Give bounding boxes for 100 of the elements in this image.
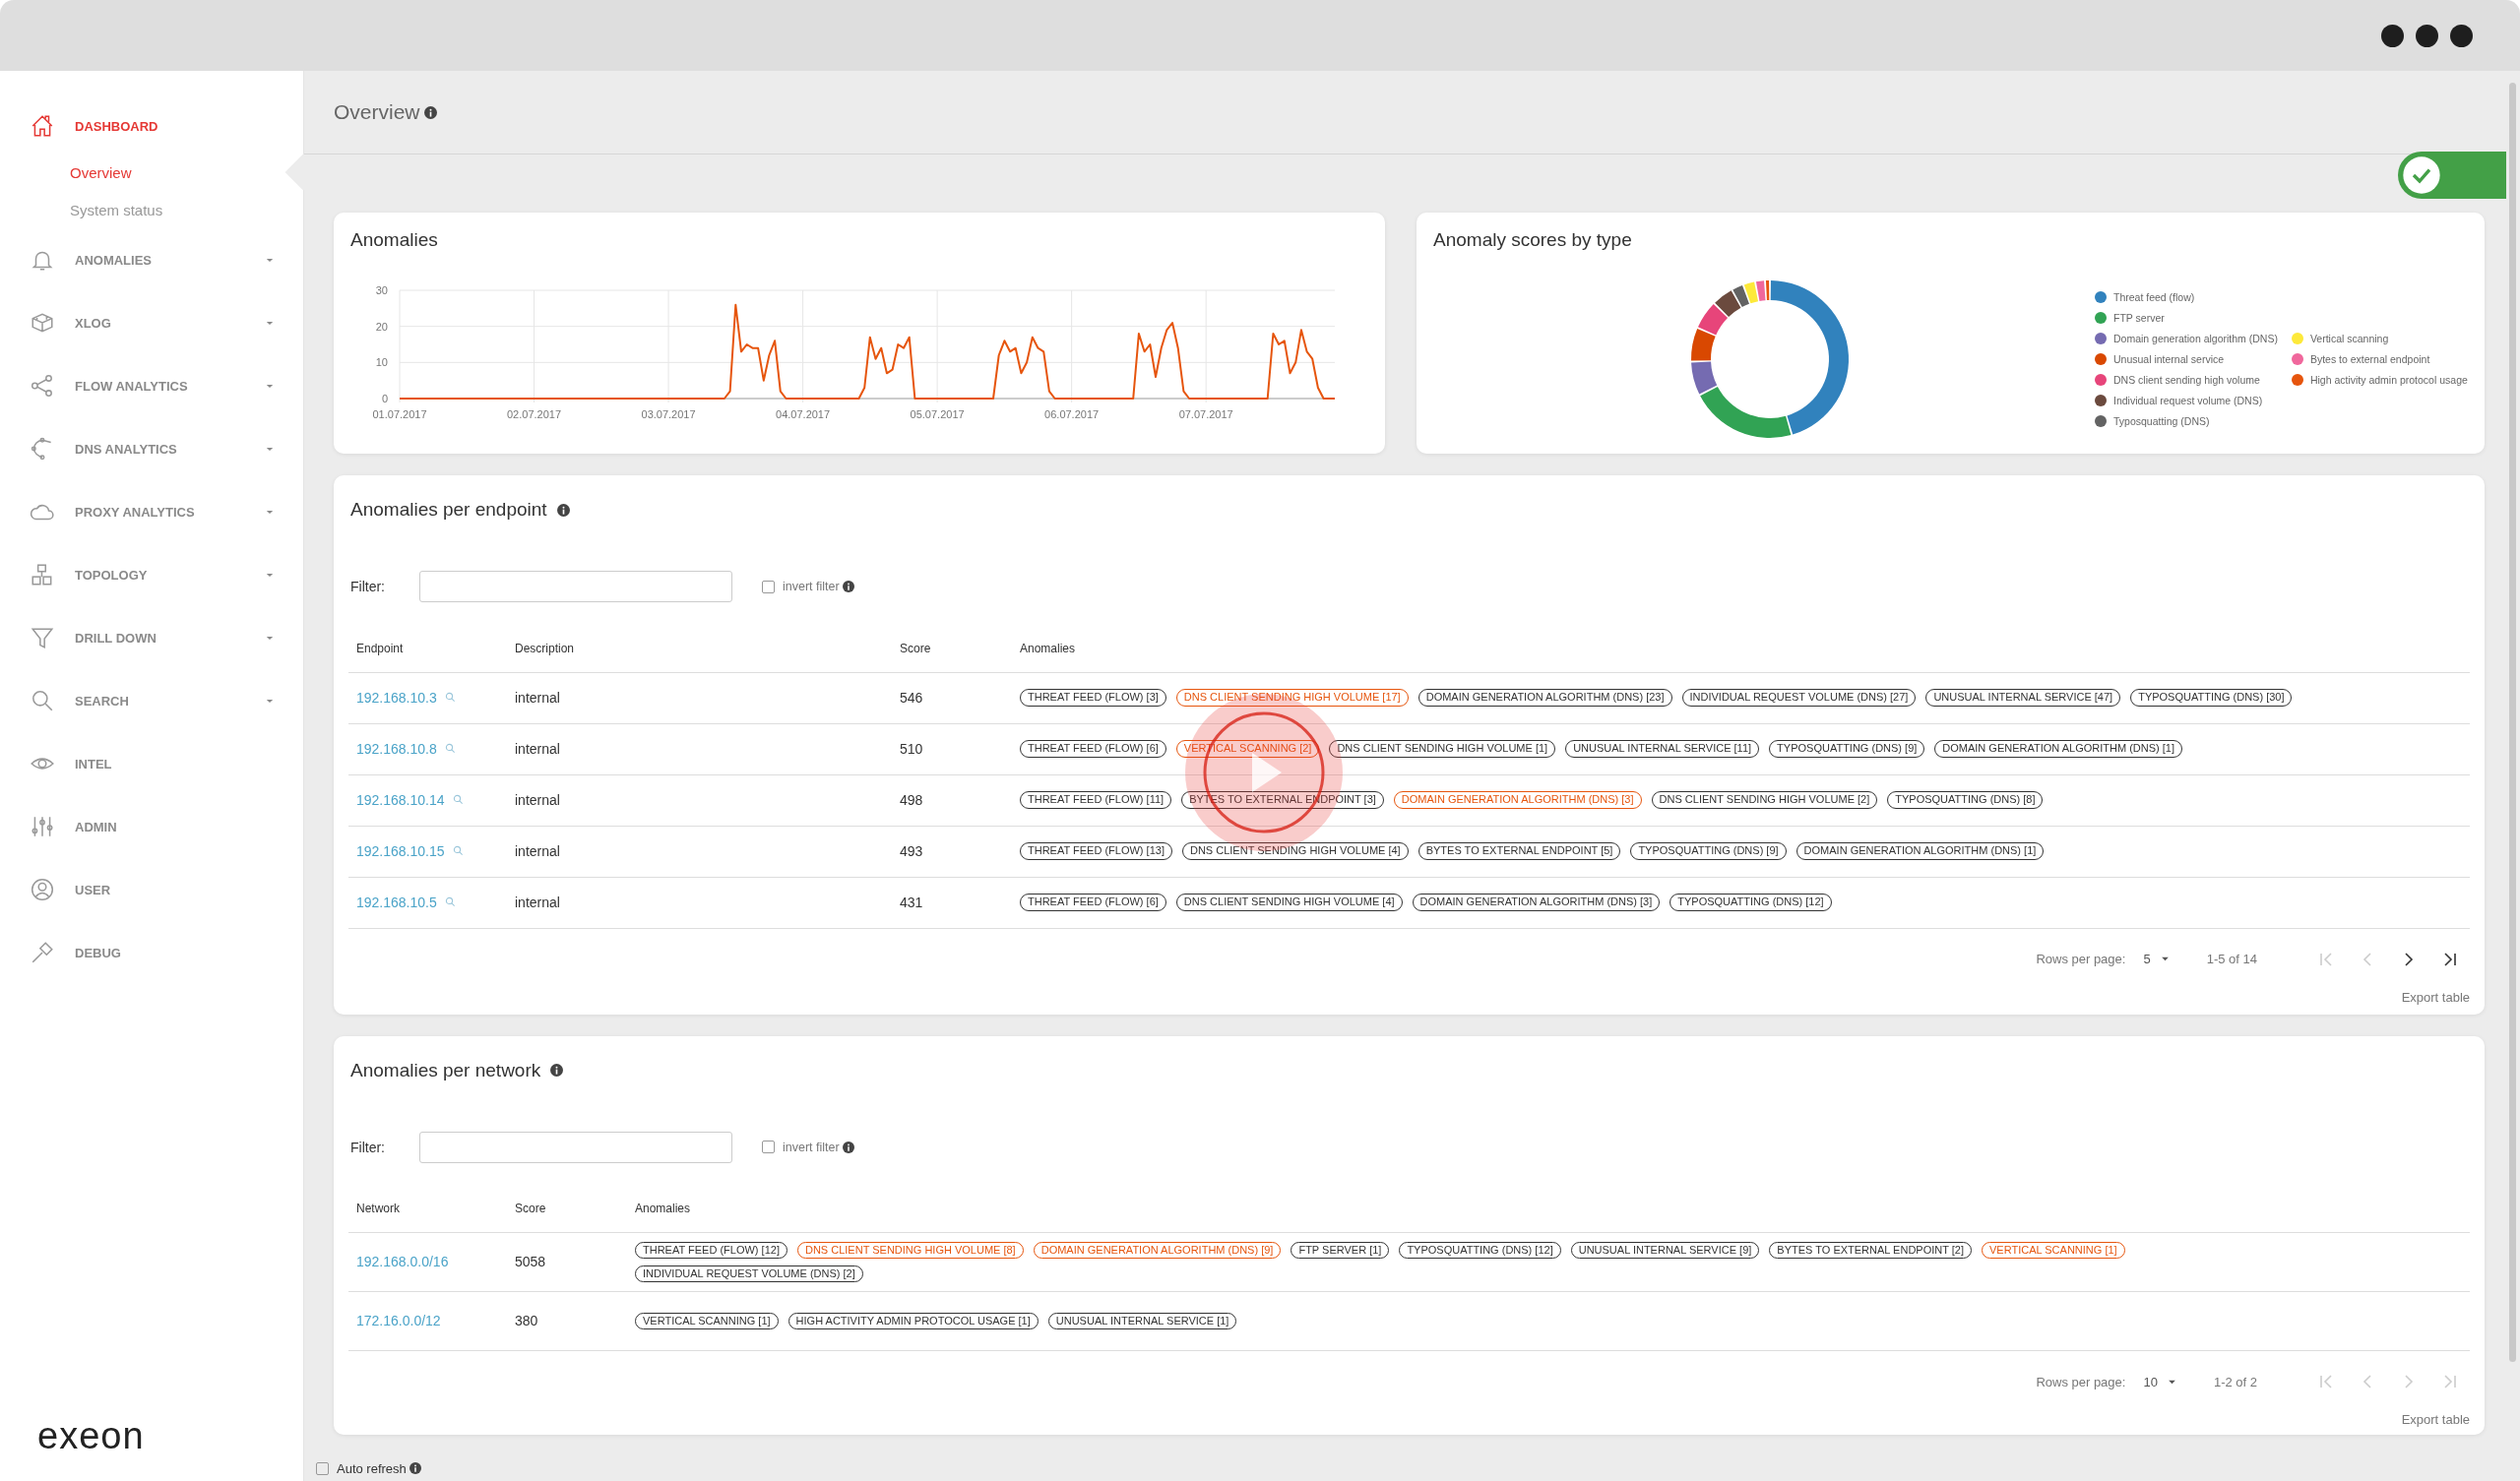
anomaly-tag[interactable]: TYPOSQUATTING (DNS) [30] bbox=[2130, 689, 2293, 707]
anomaly-tag[interactable]: FTP SERVER [1] bbox=[1291, 1241, 1390, 1259]
column-header[interactable]: Network bbox=[348, 1185, 507, 1233]
anomaly-tag[interactable]: UNUSUAL INTERNAL SERVICE [47] bbox=[1925, 689, 2121, 707]
filter-field[interactable] bbox=[419, 571, 732, 602]
legend-label[interactable]: FTP server bbox=[2113, 312, 2165, 324]
rows-per-page-label: Rows per page: bbox=[2036, 1374, 2126, 1389]
table-cell: 5058 bbox=[515, 1254, 546, 1270]
anomaly-tag[interactable]: DOMAIN GENERATION ALGORITHM (DNS) [3] bbox=[1412, 894, 1661, 911]
filter-label: Filter: bbox=[349, 1139, 386, 1155]
sidebar-item[interactable]: DASHBOARD bbox=[0, 98, 303, 154]
status-toggle[interactable] bbox=[2398, 152, 2506, 199]
column-header[interactable]: Anomalies bbox=[627, 1185, 2470, 1233]
export-link[interactable]: Export table bbox=[2401, 1412, 2470, 1427]
table-cell: 380 bbox=[515, 1313, 538, 1329]
anomaly-tag[interactable]: UNUSUAL INTERNAL SERVICE [1] bbox=[1047, 1312, 1237, 1330]
legend-label[interactable]: Threat feed (flow) bbox=[2113, 291, 2195, 303]
column-header[interactable]: Score bbox=[892, 625, 1012, 672]
donut-slice[interactable] bbox=[1700, 386, 1792, 438]
legend-label[interactable]: Typosquatting (DNS) bbox=[2113, 415, 2210, 427]
filter-label: Filter: bbox=[349, 579, 386, 594]
rows-per-page-select[interactable]: 10 bbox=[2143, 1374, 2176, 1389]
page-range: 1-5 of 14 bbox=[2206, 952, 2257, 966]
anomaly-tag[interactable]: THREAT FEED (FLOW) [11] bbox=[1020, 791, 1172, 809]
anomaly-tag[interactable]: DOMAIN GENERATION ALGORITHM (DNS) [3] bbox=[1393, 791, 1642, 809]
donut-slice[interactable] bbox=[1715, 290, 1741, 318]
anomaly-tag[interactable]: DNS CLIENT SENDING HIGH VOLUME [2] bbox=[1651, 791, 1878, 809]
window-dot-icon[interactable] bbox=[2450, 24, 2473, 47]
anomaly-tag[interactable]: DNS CLIENT SENDING HIGH VOLUME [1] bbox=[1329, 740, 1556, 758]
anomaly-tag[interactable]: VERTICAL SCANNING [1] bbox=[635, 1312, 779, 1330]
page-title: Overview bbox=[334, 100, 420, 124]
anomaly-tag[interactable]: TYPOSQUATTING (DNS) [8] bbox=[1887, 791, 2044, 809]
scrollbar[interactable] bbox=[2509, 83, 2516, 1362]
anomaly-tag[interactable]: INDIVIDUAL REQUEST VOLUME (DNS) [2] bbox=[635, 1265, 863, 1283]
column-header[interactable]: Anomalies bbox=[1012, 625, 2470, 672]
checkbox-label[interactable]: Auto refresh bbox=[337, 1460, 407, 1476]
y-tick-label: 20 bbox=[375, 320, 388, 333]
checkbox[interactable] bbox=[316, 1461, 329, 1475]
anomaly-tag[interactable]: DOMAIN GENERATION ALGORITHM (DNS) [1] bbox=[1934, 740, 2183, 758]
caret-icon[interactable] bbox=[2160, 956, 2170, 961]
caret-icon[interactable] bbox=[2167, 1379, 2176, 1385]
legend-label[interactable]: Individual request volume (DNS) bbox=[2113, 395, 2263, 406]
donut-slice[interactable] bbox=[1765, 280, 1770, 301]
rows-per-page-select[interactable]: 5 bbox=[2143, 952, 2170, 966]
anomaly-tag[interactable]: UNUSUAL INTERNAL SERVICE [9] bbox=[1570, 1241, 1760, 1259]
column-header[interactable]: Score bbox=[507, 1185, 627, 1233]
donut-slice[interactable] bbox=[1743, 281, 1759, 304]
export-link[interactable]: Export table bbox=[2401, 989, 2470, 1005]
donut-slice[interactable] bbox=[1691, 329, 1716, 361]
anomaly-tag[interactable]: THREAT FEED (FLOW) [3] bbox=[1020, 689, 1166, 707]
anomaly-tag[interactable]: INDIVIDUAL REQUEST VOLUME (DNS) [27] bbox=[1681, 689, 1917, 707]
anomaly-tag[interactable]: DNS CLIENT SENDING HIGH VOLUME [17] bbox=[1175, 689, 1409, 707]
donut-slice[interactable] bbox=[1691, 361, 1718, 395]
info-icon[interactable] bbox=[409, 1462, 421, 1474]
legend-label[interactable]: Domain generation algorithm (DNS) bbox=[2113, 333, 2278, 344]
anomaly-tag[interactable]: DNS CLIENT SENDING HIGH VOLUME [8] bbox=[796, 1241, 1024, 1259]
info-icon[interactable] bbox=[842, 1141, 854, 1153]
info-icon[interactable] bbox=[423, 105, 437, 119]
x-tick-label: 02.07.2017 bbox=[507, 408, 562, 420]
legend-label[interactable]: Unusual internal service bbox=[2113, 353, 2225, 365]
window-dot-icon[interactable] bbox=[2416, 24, 2438, 47]
check-icon bbox=[2402, 155, 2441, 195]
anomaly-tag[interactable]: BYTES TO EXTERNAL ENDPOINT [5] bbox=[1418, 842, 1621, 860]
donut-slice[interactable] bbox=[1770, 280, 1849, 435]
info-icon[interactable] bbox=[550, 1064, 564, 1077]
anomaly-tag[interactable]: TYPOSQUATTING (DNS) [12] bbox=[1670, 894, 1832, 911]
anomaly-tag[interactable]: HIGH ACTIVITY ADMIN PROTOCOL USAGE [1] bbox=[788, 1312, 1039, 1330]
anomaly-tag[interactable]: THREAT FEED (FLOW) [6] bbox=[1020, 740, 1166, 758]
anomaly-tag[interactable]: THREAT FEED (FLOW) [6] bbox=[1020, 894, 1166, 911]
anomaly-tag[interactable]: TYPOSQUATTING (DNS) [9] bbox=[1630, 842, 1787, 860]
anomaly-tag[interactable]: DOMAIN GENERATION ALGORITHM (DNS) [1] bbox=[1796, 842, 2045, 860]
anomaly-tag[interactable]: DOMAIN GENERATION ALGORITHM (DNS) [9] bbox=[1033, 1241, 1282, 1259]
checkbox[interactable] bbox=[762, 1141, 775, 1153]
anomaly-tag[interactable]: DNS CLIENT SENDING HIGH VOLUME [4] bbox=[1175, 894, 1403, 911]
anomaly-tag[interactable]: TYPOSQUATTING (DNS) [12] bbox=[1399, 1241, 1561, 1259]
donut-slice[interactable] bbox=[1732, 285, 1749, 308]
logo: exeon bbox=[36, 1415, 146, 1458]
checkbox[interactable] bbox=[762, 580, 775, 593]
info-icon[interactable] bbox=[556, 503, 570, 517]
anomaly-tag[interactable]: DOMAIN GENERATION ALGORITHM (DNS) [23] bbox=[1418, 689, 1672, 707]
anomaly-tag[interactable]: DNS CLIENT SENDING HIGH VOLUME [4] bbox=[1181, 842, 1409, 860]
checkbox-label[interactable]: invert filter bbox=[783, 580, 840, 593]
info-icon[interactable] bbox=[842, 581, 854, 592]
legend-label[interactable]: High activity admin protocol usage bbox=[2309, 374, 2468, 386]
anomaly-tag[interactable]: UNUSUAL INTERNAL SERVICE [11] bbox=[1565, 740, 1760, 758]
window-dot-icon[interactable] bbox=[2381, 24, 2404, 47]
legend-label[interactable]: DNS client sending high volume bbox=[2113, 374, 2260, 386]
anomaly-tag[interactable]: BYTES TO EXTERNAL ENDPOINT [2] bbox=[1769, 1241, 1973, 1259]
filter-field[interactable] bbox=[419, 1131, 732, 1163]
column-header[interactable]: Endpoint bbox=[348, 625, 507, 672]
anomaly-tag[interactable]: TYPOSQUATTING (DNS) [9] bbox=[1769, 740, 1925, 758]
donut-slice[interactable] bbox=[1697, 304, 1729, 336]
checkbox-label[interactable]: invert filter bbox=[783, 1140, 840, 1154]
anomaly-tag[interactable]: THREAT FEED (FLOW) [12] bbox=[635, 1241, 788, 1259]
table-cell: 546 bbox=[900, 689, 923, 706]
anomaly-tag[interactable]: VERTICAL SCANNING [1] bbox=[1982, 1241, 2125, 1259]
legend-label[interactable]: Vertical scanning bbox=[2309, 333, 2389, 344]
column-header[interactable]: Description bbox=[507, 625, 892, 672]
legend-label[interactable]: Bytes to external endpoint bbox=[2309, 353, 2430, 365]
anomaly-tag[interactable]: THREAT FEED (FLOW) [13] bbox=[1020, 842, 1172, 860]
